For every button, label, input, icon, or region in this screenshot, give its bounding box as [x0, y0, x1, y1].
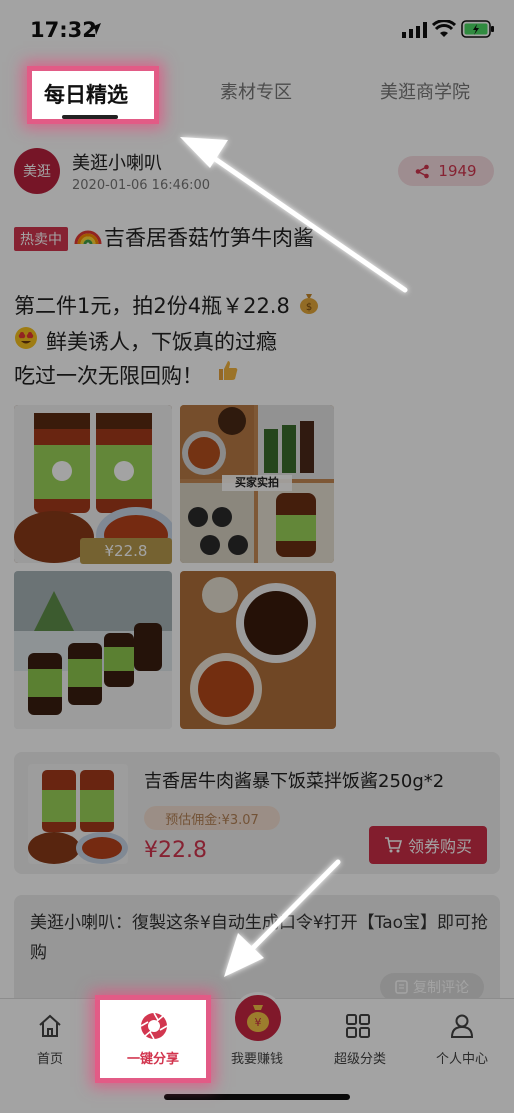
- nav-one-click-share-label: 一键分享: [126, 1052, 179, 1067]
- product-photo-3[interactable]: [14, 571, 172, 729]
- hot-selling-badge: 热卖中: [14, 227, 68, 251]
- post-line-3: 吃过一次无限回购！: [14, 364, 203, 388]
- coupon-buy-label: 领券购买: [407, 837, 472, 856]
- highlight-tab-daily-picks[interactable]: 每日精选: [27, 66, 159, 124]
- highlight-nav-one-click-share[interactable]: 一键分享: [95, 995, 211, 1083]
- app-screen: 17:32 每日精选 素材专区 美逛商学院 美逛 美逛小喇叭 2020-01-0…: [0, 0, 514, 1113]
- copy-icon: [395, 980, 408, 994]
- product-jar-icon: [28, 764, 128, 864]
- product-price: ¥22.8: [144, 838, 207, 863]
- home-indicator: [164, 1094, 350, 1100]
- cart-icon: [384, 837, 402, 853]
- money-bag-icon: $: [300, 294, 318, 314]
- open-jar-photo-icon: [180, 571, 336, 729]
- signal-icon: [402, 22, 427, 38]
- heart-eyes-emoji-icon: [15, 327, 37, 349]
- coupon-buy-button[interactable]: 领券购买: [369, 826, 487, 864]
- location-arrow-icon: [89, 23, 101, 35]
- tab-materials[interactable]: 素材专区: [220, 78, 292, 104]
- nav-profile[interactable]: 个人中心: [412, 1048, 512, 1067]
- person-icon: [450, 1014, 474, 1038]
- thumbs-up-icon: [219, 361, 238, 380]
- copy-comment-button[interactable]: 复制评论: [380, 973, 484, 1001]
- post-title: 吉香居香菇竹笋牛肉酱: [104, 226, 314, 250]
- image-caption: 买家实拍: [235, 476, 279, 489]
- arrow-to-tab-icon: [180, 137, 408, 293]
- nav-earn-money[interactable]: 我要赚钱: [207, 1048, 307, 1067]
- share-count: 1949: [438, 162, 477, 180]
- nav-categories[interactable]: 超级分类: [310, 1048, 410, 1067]
- rainbow-icon: [74, 230, 102, 245]
- status-time: 17:32: [30, 18, 97, 42]
- earn-money-button[interactable]: ¥: [232, 992, 284, 1044]
- product-thumbnail[interactable]: [28, 764, 128, 864]
- comment-text: 美逛小喇叭：復製这条¥自动生成口令¥打开【Tao宝】即可抢购: [30, 913, 489, 963]
- share-icon: [416, 164, 430, 178]
- image-price-tag: ¥22.8: [80, 538, 172, 564]
- share-camera-icon: [140, 1012, 168, 1040]
- money-bag-icon: ¥: [247, 1005, 269, 1032]
- post-line-1: 第二件1元，拍2份4瓶￥22.8: [14, 294, 290, 318]
- post-author: 美逛小喇叭: [72, 153, 162, 174]
- svg-text:$: $: [306, 302, 312, 313]
- copy-comment-label: 复制评论: [413, 980, 469, 996]
- commission-badge: 预估佣金:¥3.07: [144, 806, 280, 830]
- grid-icon: [346, 1014, 370, 1038]
- highlight-tab-underline: [62, 115, 118, 119]
- tab-business-school[interactable]: 美逛商学院: [380, 78, 470, 104]
- svg-text:¥: ¥: [255, 1016, 262, 1029]
- highlight-tab-label: 每日精选: [44, 83, 128, 107]
- battery-icon: [461, 20, 494, 38]
- product-photo-4[interactable]: [180, 571, 336, 729]
- nav-home[interactable]: 首页: [0, 1048, 100, 1067]
- avatar[interactable]: 美逛: [14, 148, 60, 194]
- product-title[interactable]: 吉香居牛肉酱暴下饭菜拌饭酱250g*2: [144, 767, 444, 793]
- status-bar: 17:32: [0, 0, 514, 60]
- jars-on-table-icon: [14, 571, 172, 729]
- wifi-icon: [432, 20, 456, 37]
- post-timestamp: 2020-01-06 16:46:00: [72, 178, 211, 193]
- share-count-button[interactable]: 1949: [398, 156, 494, 186]
- home-icon: [39, 1014, 61, 1037]
- post-line-2: 鲜美诱人，下饭真的过瘾: [46, 330, 277, 354]
- product-photo-2[interactable]: 买家实拍: [180, 405, 334, 563]
